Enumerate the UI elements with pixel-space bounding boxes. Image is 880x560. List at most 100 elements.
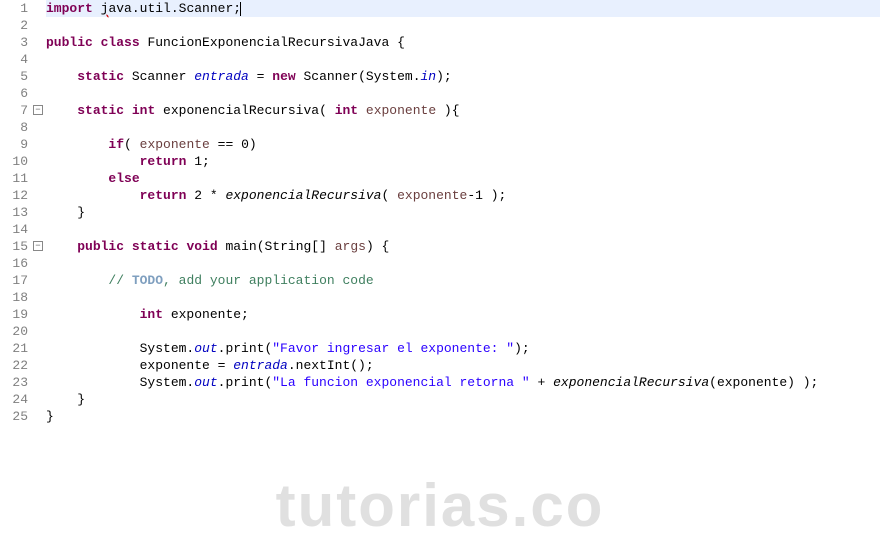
code-token: out	[194, 341, 217, 356]
code-token: exponencialRecursiva	[225, 188, 381, 203]
code-token: class	[101, 35, 140, 50]
code-token: exponente =	[46, 358, 233, 373]
code-token: ){	[436, 103, 459, 118]
code-token	[46, 171, 108, 186]
code-token: out	[194, 375, 217, 390]
code-line[interactable]: import java.util.Scanner;	[46, 0, 880, 17]
code-line[interactable]: else	[46, 170, 880, 187]
code-line[interactable]	[46, 289, 880, 306]
code-token: System.	[46, 375, 194, 390]
code-token: entrada	[233, 358, 288, 373]
code-line[interactable]	[46, 323, 880, 340]
code-token: int	[132, 103, 155, 118]
code-token: =	[249, 69, 272, 84]
code-token: );	[514, 341, 530, 356]
code-token: return	[140, 188, 187, 203]
code-editor[interactable]: 1234567891011121314151617181920212223242…	[0, 0, 880, 425]
code-token: .print(	[218, 375, 273, 390]
code-line[interactable]: // TODO, add your application code	[46, 272, 880, 289]
code-token: exponente;	[163, 307, 249, 322]
code-token: "La funcion exponencial retorna "	[272, 375, 529, 390]
code-line[interactable]: return 1;	[46, 153, 880, 170]
line-number: 20	[0, 323, 28, 340]
code-token: == 0)	[210, 137, 257, 152]
code-token	[46, 273, 108, 288]
code-token: .nextInt();	[288, 358, 374, 373]
code-line[interactable]: }	[46, 391, 880, 408]
fold-column[interactable]: −−	[32, 0, 46, 425]
code-line[interactable]	[46, 119, 880, 136]
code-line[interactable]	[46, 51, 880, 68]
code-line[interactable]: if( exponente == 0)	[46, 136, 880, 153]
code-token: 2 *	[186, 188, 225, 203]
code-token: }	[46, 392, 85, 407]
code-token: FuncionExponencialRecursivaJava {	[140, 35, 405, 50]
code-token: exponente	[366, 103, 436, 118]
code-line[interactable]	[46, 221, 880, 238]
code-line[interactable]: System.out.print("La funcion exponencial…	[46, 374, 880, 391]
line-number: 17	[0, 272, 28, 289]
code-line[interactable]: return 2 * exponencialRecursiva( exponen…	[46, 187, 880, 204]
line-number: 9	[0, 136, 28, 153]
code-token	[46, 188, 140, 203]
watermark-text: tutorias.co	[276, 471, 605, 540]
fold-toggle-icon[interactable]: −	[33, 105, 43, 115]
code-line[interactable]: public class FuncionExponencialRecursiva…	[46, 34, 880, 51]
code-token: , add your application code	[163, 273, 374, 288]
code-line[interactable]	[46, 17, 880, 34]
code-token: import	[46, 1, 93, 16]
code-token: System.	[46, 341, 194, 356]
code-token	[93, 35, 101, 50]
line-number: 24	[0, 391, 28, 408]
code-token: static	[132, 239, 179, 254]
code-token: }	[46, 409, 54, 424]
line-number: 14	[0, 221, 28, 238]
code-line[interactable]	[46, 85, 880, 102]
code-token: //	[108, 273, 131, 288]
code-token	[46, 239, 77, 254]
line-number: 8	[0, 119, 28, 136]
code-line[interactable]: static Scanner entrada = new Scanner(Sys…	[46, 68, 880, 85]
code-line[interactable]: }	[46, 204, 880, 221]
code-token	[124, 103, 132, 118]
code-line[interactable]: int exponente;	[46, 306, 880, 323]
code-line[interactable]	[46, 255, 880, 272]
line-number: 19	[0, 306, 28, 323]
code-token: (	[124, 137, 140, 152]
code-token: exponente	[140, 137, 210, 152]
code-token: exponencialRecursiva(	[155, 103, 334, 118]
code-line[interactable]: public static void main(String[] args) {	[46, 238, 880, 255]
line-number: 25	[0, 408, 28, 425]
line-number: 18	[0, 289, 28, 306]
code-token: "Favor ingresar el exponente: "	[272, 341, 514, 356]
code-line[interactable]: exponente = entrada.nextInt();	[46, 357, 880, 374]
code-token: (exponente) );	[709, 375, 818, 390]
line-number: 16	[0, 255, 28, 272]
text-cursor	[240, 2, 241, 16]
code-line[interactable]: }	[46, 408, 880, 425]
code-token: main(String[]	[218, 239, 335, 254]
code-token: static	[77, 69, 124, 84]
code-token: );	[436, 69, 452, 84]
line-number: 3	[0, 34, 28, 51]
code-token: void	[186, 239, 217, 254]
code-text-area[interactable]: import java.util.Scanner; public class Fu…	[46, 0, 880, 425]
line-number: 23	[0, 374, 28, 391]
code-token	[124, 239, 132, 254]
line-number: 13	[0, 204, 28, 221]
code-token: +	[530, 375, 553, 390]
line-number: 21	[0, 340, 28, 357]
code-token	[93, 1, 101, 16]
line-number: 10	[0, 153, 28, 170]
code-token: if	[108, 137, 124, 152]
line-number: 12	[0, 187, 28, 204]
code-line[interactable]: static int exponencialRecursiva( int exp…	[46, 102, 880, 119]
code-token: Scanner(System.	[296, 69, 421, 84]
code-token: args	[335, 239, 366, 254]
code-line[interactable]: System.out.print("Favor ingresar el expo…	[46, 340, 880, 357]
code-token: static	[77, 103, 124, 118]
code-token	[46, 69, 77, 84]
code-token: entrada	[194, 69, 249, 84]
line-number: 11	[0, 170, 28, 187]
fold-toggle-icon[interactable]: −	[33, 241, 43, 251]
